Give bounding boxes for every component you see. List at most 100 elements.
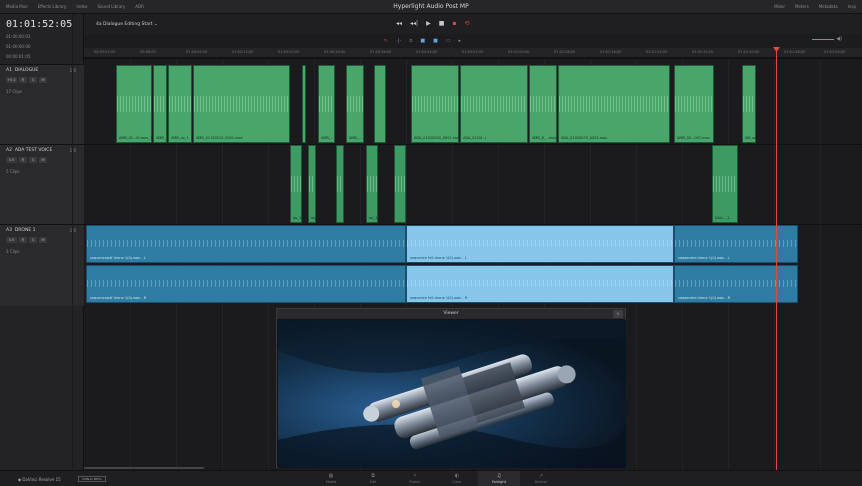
dialogue-clip[interactable]: AMB_03...007.mov <box>674 65 714 143</box>
loop-button[interactable]: ⟲ <box>464 20 469 27</box>
clip-label: AMB_01...Ki.mov_1 <box>119 136 153 140</box>
dialogue-clip[interactable] <box>302 65 306 143</box>
clip-count: 3 Clips <box>6 249 20 254</box>
ruler-tick: 01:00:28:00 <box>324 50 346 54</box>
fast-forward-button[interactable]: ◂◂| <box>410 20 418 27</box>
solo-button[interactable]: S <box>29 77 37 83</box>
dialogue-clip[interactable]: AMB_01...Ki.mov_1 <box>116 65 152 143</box>
viewer-window[interactable]: Viewer ✕ <box>276 308 626 468</box>
waveform <box>675 96 713 112</box>
waveform <box>675 239 797 247</box>
timeline-ruler[interactable]: 00:59:52:00 00:58:00 01:00:04:00 01:00:1… <box>84 48 862 58</box>
page-tab-media[interactable]: ▦ Media <box>310 471 352 486</box>
ruler-tick: 01:01:40:00 <box>738 50 760 54</box>
track-level[interactable]: 0.0 <box>6 237 17 243</box>
page-tab-deliver[interactable]: ↗ Deliver <box>520 471 562 486</box>
waveform <box>291 176 301 192</box>
ruler-tick: 01:00:04:00 <box>186 50 208 54</box>
drone-clip[interactable]: sequence fx5 drone 1(0).wav - L <box>406 225 674 263</box>
drone-clip[interactable]: sequence fx5 drone 1(0).wav - R <box>406 265 674 303</box>
dialogue-clip[interactable]: AM_sw <box>742 65 757 143</box>
vo-clip[interactable]: ou_ <box>308 145 317 223</box>
vo-clip[interactable] <box>336 145 344 223</box>
waveform <box>154 96 166 112</box>
dialogue-clip[interactable]: ADA_0102(..) <box>460 65 528 143</box>
track-level[interactable]: +0.0 <box>6 77 17 83</box>
mute-button[interactable]: M <box>39 237 47 243</box>
metadata-button[interactable]: Metadata <box>819 4 838 9</box>
master-volume-slider[interactable] <box>812 39 834 40</box>
page-tab-fusion[interactable]: ✧ Fusion <box>394 471 436 486</box>
lock-icon[interactable]: ■ <box>433 38 438 44</box>
drone-clip[interactable]: sequencepdf drone 1(0).wav - L <box>86 225 406 263</box>
record-button[interactable]: ▪ <box>452 20 456 27</box>
mixer-button[interactable]: Mixer <box>774 4 785 9</box>
dialogue-clip[interactable]: ADA_01020020_0001.mov <box>411 65 460 143</box>
waveform <box>309 176 315 192</box>
vo-clip[interactable]: AAA..._1 <box>712 145 738 223</box>
timecode-row: 01:00:00:00 <box>6 44 31 49</box>
track-lane-a2[interactable]: ou_1 ou_ ou_1 AAA..._1 <box>84 144 862 224</box>
drone-clip[interactable]: sequencepdf drone 1(0).wav - R <box>86 265 406 303</box>
stop-button[interactable]: ■ <box>439 20 445 27</box>
clip-label: AMB_.. <box>321 136 333 140</box>
drone-clip[interactable]: seqaerohd drone 1(0).wav - L <box>674 225 798 263</box>
dialogue-clip[interactable]: AMB_... <box>346 65 364 143</box>
clip-label: ADA_01020070_0001.mov <box>561 136 608 140</box>
close-icon[interactable]: ✕ <box>613 310 623 318</box>
page-tab-fairlight[interactable]: ♫ Fairlight <box>478 471 520 486</box>
waveform <box>407 239 673 247</box>
page-tab-color[interactable]: ◐ Color <box>436 471 478 486</box>
dialogue-clip[interactable]: AMB_ov_1 <box>168 65 192 143</box>
track-lane-a1[interactable]: AMB_01...Ki.mov_1 AMB_... AMB_ov_1 AMB_0… <box>84 58 862 144</box>
vo-clip[interactable]: ou_1 <box>366 145 378 223</box>
dialogue-clip[interactable]: AMB_.. <box>318 65 335 143</box>
timecode-display[interactable]: 01:01:52:05 <box>6 19 72 30</box>
record-arm-button[interactable]: R <box>19 157 27 163</box>
timeline-selector[interactable]: 4a Dialogue Editing Start ⌄ <box>96 22 158 27</box>
waveform <box>337 176 343 192</box>
snap-icon[interactable]: ⦸ <box>409 38 412 44</box>
track-header-panel: 01:01:52:05 01:00:00:03 01:00:00:00 00:0… <box>0 14 84 470</box>
dialogue-clip[interactable]: AMB_8_...mov <box>529 65 557 143</box>
meters-button[interactable]: Meters <box>795 4 809 9</box>
record-arm-button[interactable]: R <box>19 237 27 243</box>
record-arm-button[interactable]: R <box>19 77 27 83</box>
track-name: A3 DRONE 1 <box>6 228 36 233</box>
timeline-scrollbar[interactable] <box>84 467 204 469</box>
edit-tools: ↖ ·|· ⦸ ■ ■ ▭ ▸ <box>384 38 461 44</box>
track-lane-a3[interactable]: sequencepdf drone 1(0).wav - L sequencep… <box>84 224 862 306</box>
volume-icon[interactable]: ◀) <box>836 36 842 42</box>
track-name: A1 DIALOGUE <box>6 68 39 73</box>
play-button[interactable]: ▶ <box>426 20 431 27</box>
vo-clip[interactable]: ou_1 <box>290 145 302 223</box>
mute-button[interactable]: M <box>39 77 47 83</box>
waveform <box>559 96 669 112</box>
clip-label: sequence fx5 drone 1(0).wav - L <box>410 256 467 260</box>
solo-button[interactable]: S <box>29 157 37 163</box>
dialogue-clip[interactable]: AMB_... <box>153 65 169 143</box>
range-tool-icon[interactable]: ·|· <box>396 38 401 44</box>
link-icon[interactable]: ■ <box>420 38 425 44</box>
clip-label: AAA..._1 <box>715 216 730 220</box>
playhead[interactable] <box>776 50 777 470</box>
dialogue-clip[interactable]: ADA_01020070_0001.mov <box>558 65 670 143</box>
drone-clip[interactable]: seqaerohd drone 1(0).wav - R <box>674 265 798 303</box>
dialogue-clip[interactable] <box>374 65 386 143</box>
rewind-button[interactable]: ◂◂ <box>396 20 402 27</box>
page-tab-edit[interactable]: ⧉ Edit <box>352 471 394 486</box>
track-buttons: +0.0 R S M <box>6 77 47 83</box>
waveform <box>743 96 755 112</box>
selection-tool-icon[interactable]: ↖ <box>384 38 388 44</box>
view-icon[interactable]: ▭ <box>446 38 451 44</box>
vo-clip[interactable] <box>394 145 406 223</box>
mute-button[interactable]: M <box>39 157 47 163</box>
zoom-icon[interactable]: ▸ <box>459 38 462 44</box>
solo-button[interactable]: S <box>29 237 37 243</box>
inspector-button[interactable]: Insp <box>848 4 856 9</box>
clip-label: AMB_ov_1 <box>171 136 189 140</box>
top-bar: Media Pool Effects Library Index Sound L… <box>0 0 862 14</box>
dialogue-clip[interactable]: AMB_01120110_0001.mov <box>193 65 290 143</box>
timecode-row: 00:00:01:05 <box>6 54 31 59</box>
track-level[interactable]: 0.0 <box>6 157 17 163</box>
